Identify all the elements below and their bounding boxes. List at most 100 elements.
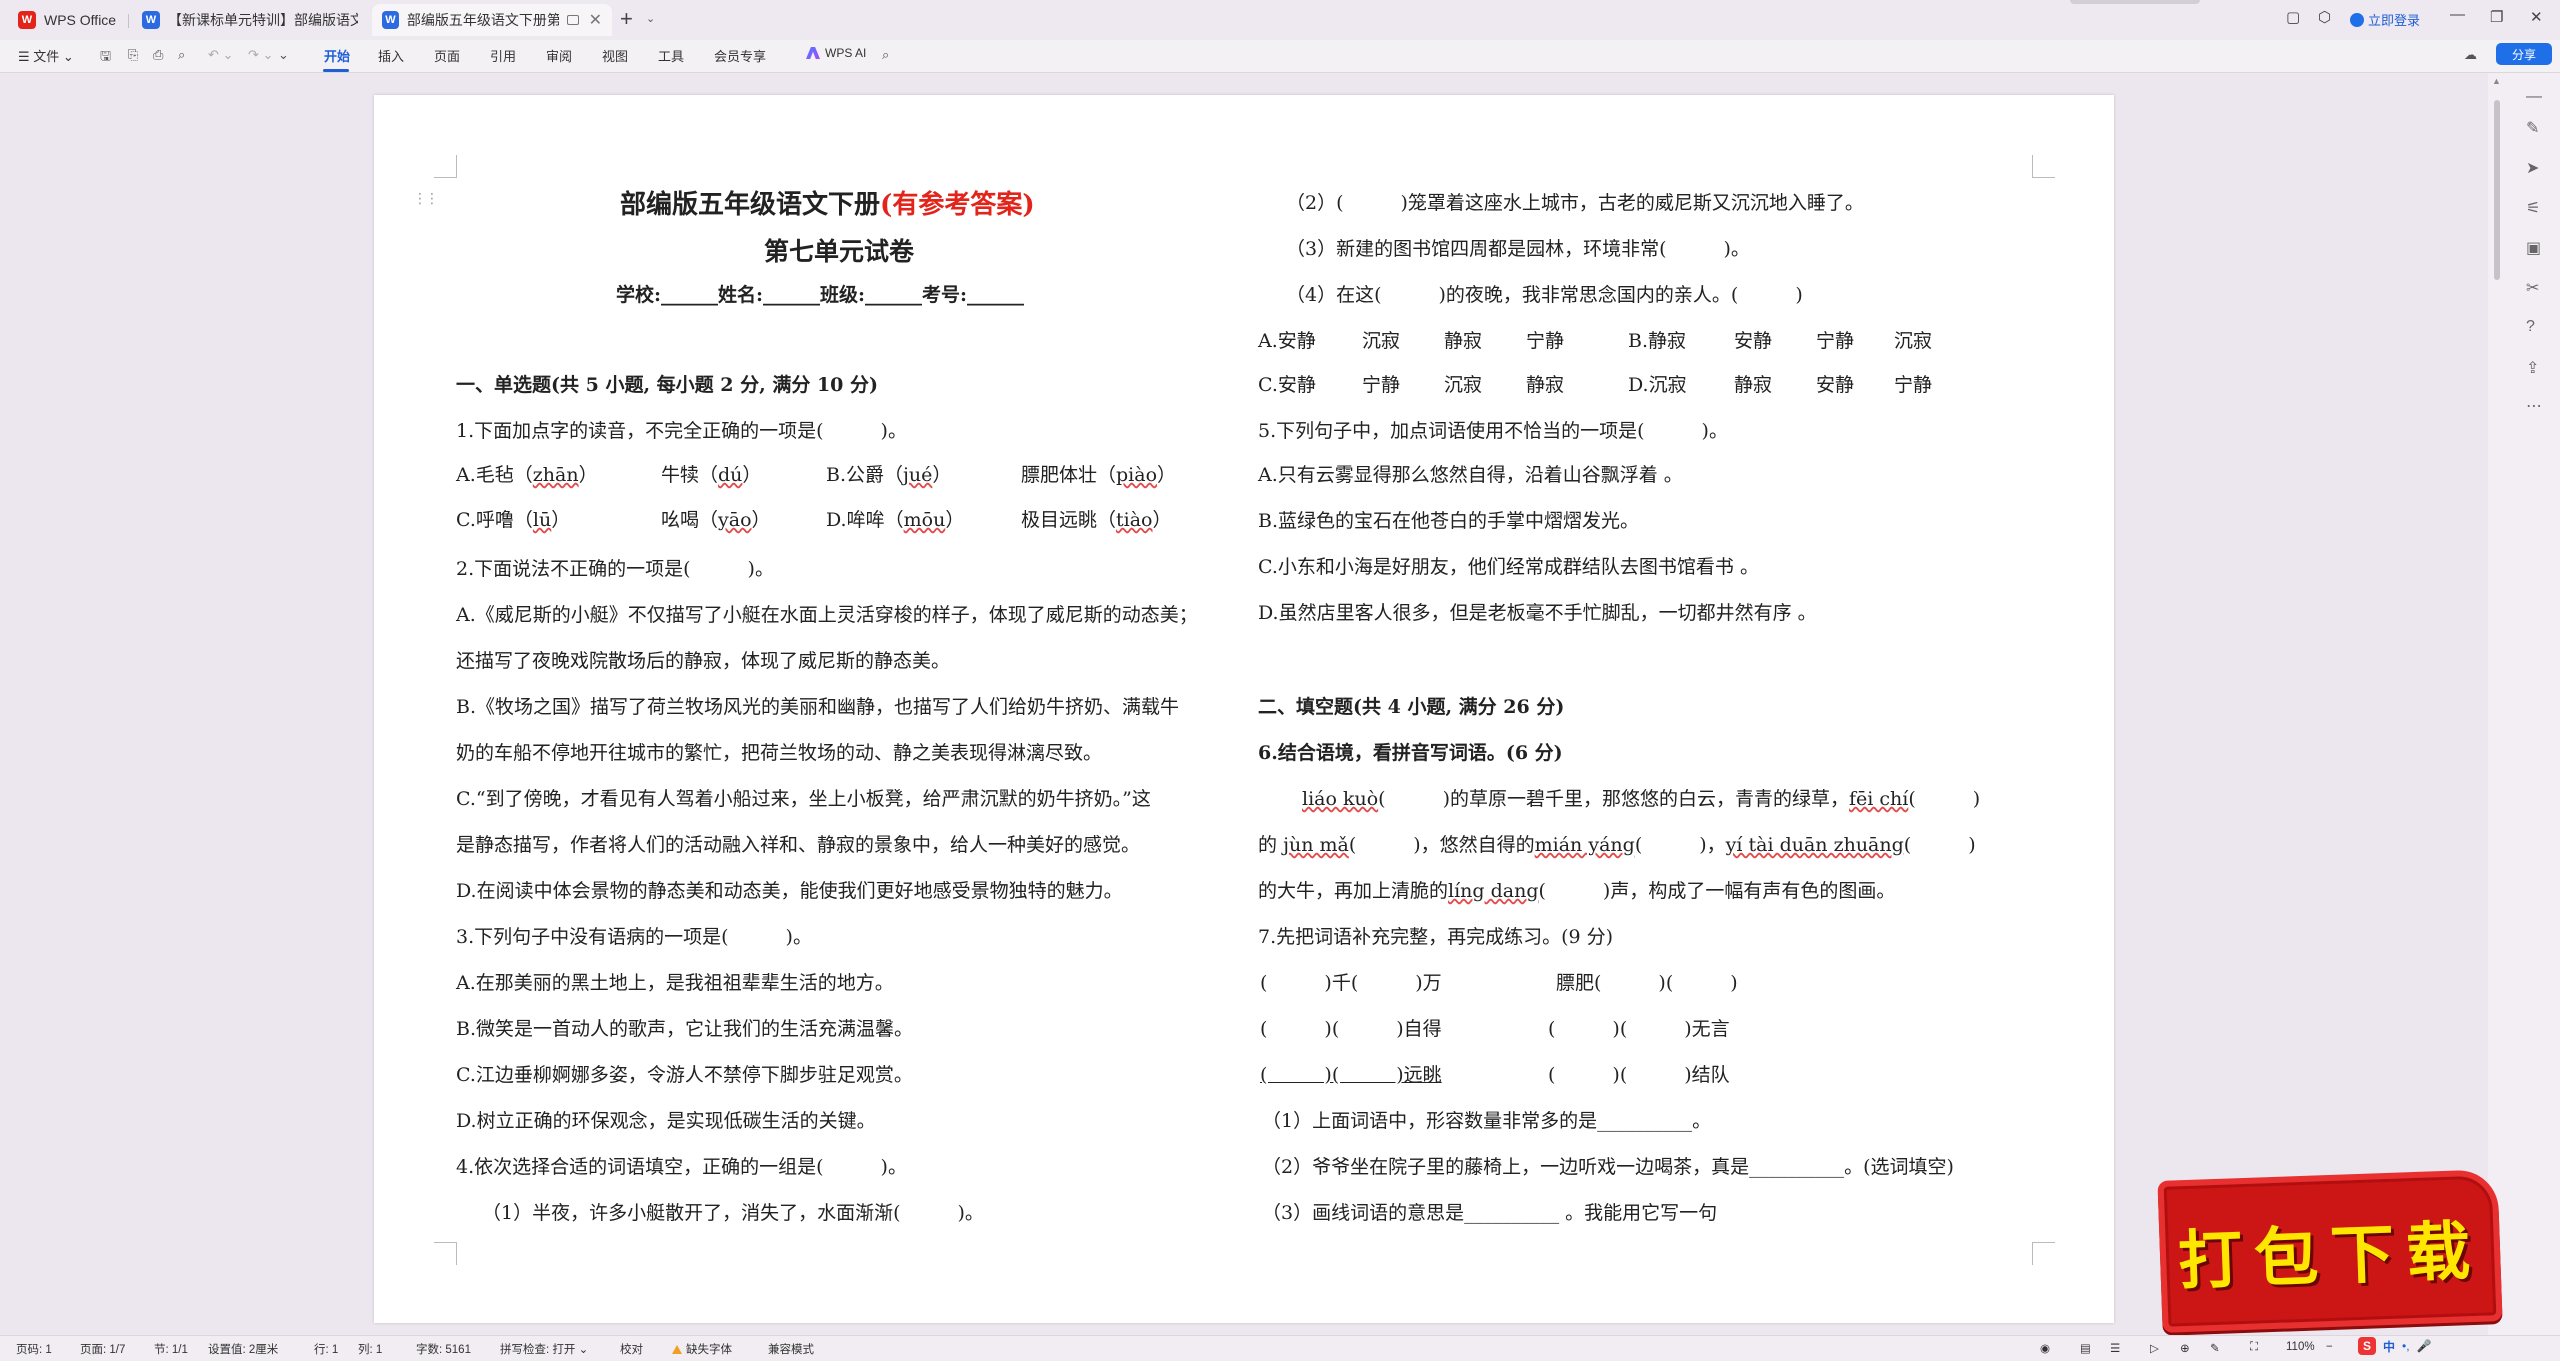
tab-doc-1[interactable]: W 【新课标单元特训】部编版语文五年: [132, 4, 372, 36]
vertical-scrollbar[interactable]: [2494, 100, 2500, 280]
web-view-icon[interactable]: ⊕: [2180, 1341, 2190, 1355]
zoom-out-icon[interactable]: −: [2326, 1341, 2333, 1353]
menu-tools[interactable]: 工具: [658, 46, 684, 65]
download-package-banner[interactable]: 打包下载: [2157, 1169, 2503, 1333]
menu-insert[interactable]: 插入: [378, 46, 404, 65]
scroll-up-arrow-icon[interactable]: ▲: [2492, 76, 2501, 86]
window-drag-strip[interactable]: [2070, 0, 2200, 4]
title-bar: W WPS Office W 【新课标单元特训】部编版语文五年 W 部编版五年级…: [0, 0, 2560, 40]
status-pages[interactable]: 页面: 1/7: [80, 1341, 125, 1357]
undo-icon[interactable]: ↶ ⌄: [208, 47, 233, 63]
doc-title-answer-note: (有参考答案): [880, 190, 1035, 220]
eye-protect-icon[interactable]: ◉: [2040, 1341, 2050, 1355]
edit-mode-icon[interactable]: ✎: [2210, 1341, 2220, 1355]
help-icon[interactable]: ?: [2526, 318, 2535, 336]
drag-handle-icon[interactable]: ⋮⋮: [413, 190, 439, 207]
q2-option-b-cont: 奶的车船不停地开往城市的繁忙，把荷兰牧场的动、静之美表现得淋漓尽致。: [456, 742, 1103, 764]
share-doc-icon[interactable]: ⇪: [2526, 358, 2539, 378]
wps-ai-button[interactable]: WPS AI: [806, 46, 866, 60]
q7-idiom-blank: 膘肥( )( ): [1556, 972, 1738, 994]
microphone-icon[interactable]: 🎤: [2417, 1339, 2432, 1353]
q3-option-d: D.树立正确的环保观念，是实现低碳生活的关键。: [456, 1110, 876, 1132]
share-button[interactable]: 分享: [2496, 43, 2552, 65]
pinyin-prompt: yí tài duān zhuāng: [1725, 834, 1904, 856]
search-icon[interactable]: ⌕: [882, 47, 889, 63]
print-preview-icon[interactable]: ⌕: [178, 47, 185, 63]
ime-mode-chinese[interactable]: 中: [2383, 1338, 2395, 1355]
close-icon[interactable]: ✕: [2530, 8, 2543, 26]
student-info-line: 学校:______姓名:______班级:______考号:______: [616, 284, 1025, 306]
q6-text: 的大牛，再加上清脆的: [1258, 880, 1449, 902]
tab-doc-2[interactable]: W 部编版五年级语文下册第七单 ✕: [372, 4, 612, 36]
wps-ai-icon: [806, 47, 820, 59]
q4-word: 宁静: [1362, 374, 1401, 396]
q6-text: ( ): [1908, 788, 1981, 810]
status-setting[interactable]: 设置值: 2厘米: [208, 1341, 278, 1357]
status-row[interactable]: 行: 1: [314, 1341, 338, 1357]
sogou-ime-icon[interactable]: S: [2358, 1337, 2376, 1355]
fit-page-icon[interactable]: ⛶: [2250, 1341, 2258, 1354]
page-view-icon[interactable]: ▤: [2080, 1341, 2091, 1355]
tab-float-icon[interactable]: [567, 15, 579, 25]
menu-view[interactable]: 视图: [602, 46, 628, 65]
status-section[interactable]: 节: 1/1: [154, 1341, 188, 1357]
chevron-down-icon[interactable]: ⌄: [646, 12, 655, 25]
q4-word: 静寂: [1734, 374, 1773, 396]
q5-option-a: A.只有云雾显得那么悠然自得，沿着山谷飘浮着 。: [1258, 464, 1683, 486]
cloud-sync-icon[interactable]: ☁: [2464, 47, 2477, 63]
file-menu[interactable]: ☰ 文件 ⌄: [18, 46, 74, 65]
edit-pen-icon[interactable]: ✎: [2526, 118, 2539, 138]
tools-icon[interactable]: ✂: [2526, 278, 2539, 298]
active-menu-indicator: [323, 69, 349, 72]
status-word-count[interactable]: 字数: 5161: [416, 1341, 471, 1357]
tab-label: 【新课标单元特训】部编版语文五年: [168, 12, 358, 28]
tab-wps-home[interactable]: W WPS Office: [8, 4, 128, 36]
zoom-level[interactable]: 110%: [2286, 1341, 2315, 1353]
new-tab-plus-icon[interactable]: +: [620, 6, 633, 32]
menu-home[interactable]: 开始: [324, 46, 350, 65]
window-layout-icon[interactable]: ▢: [2286, 8, 2300, 26]
tab-close-icon[interactable]: ✕: [589, 10, 602, 30]
export-pdf-icon[interactable]: ⎘: [128, 47, 138, 63]
q4-word: A.安静: [1258, 330, 1316, 352]
ime-toolbar[interactable]: S 中 •, 🎤: [2358, 1336, 2432, 1356]
minimize-icon[interactable]: —: [2450, 6, 2465, 23]
q4-word: 安静: [1816, 374, 1855, 396]
menu-member[interactable]: 会员专享: [714, 46, 766, 65]
status-col[interactable]: 列: 1: [358, 1341, 382, 1357]
pinyin-prompt: fēi chí: [1848, 788, 1909, 810]
save-icon[interactable]: 🖫: [100, 47, 111, 69]
login-button[interactable]: 立即登录: [2350, 10, 2420, 29]
redo-icon[interactable]: ↷ ⌄: [248, 47, 273, 63]
question-2: 2.下面说法不正确的一项是( )。: [456, 558, 774, 580]
chevron-down-icon[interactable]: ⌄: [278, 47, 289, 63]
q3-option-c: C.江边垂柳婀娜多姿，令游人不禁停下脚步驻足观赏。: [456, 1064, 913, 1086]
select-cursor-icon[interactable]: ➤: [2526, 158, 2539, 178]
q4-word: C.安静: [1258, 374, 1316, 396]
q6-text: ( ): [1903, 834, 1976, 856]
status-page-number[interactable]: 页码: 1: [16, 1341, 52, 1357]
print-icon[interactable]: ⎙: [153, 47, 163, 63]
ime-punctuation[interactable]: •,: [2402, 1339, 2410, 1353]
collapse-icon[interactable]: —: [2526, 88, 2542, 106]
play-icon[interactable]: ▷: [2150, 1341, 2159, 1355]
outline-view-icon[interactable]: ☰: [2110, 1341, 2120, 1355]
q4-blank-4: （4）在这( )的夜晚，我非常思念国内的亲人。( ): [1286, 284, 1803, 306]
more-icon[interactable]: ⋯: [2526, 396, 2542, 416]
image-icon[interactable]: ▣: [2526, 238, 2541, 258]
menu-review[interactable]: 审阅: [546, 46, 572, 65]
menu-references[interactable]: 引用: [490, 46, 516, 65]
adjust-icon[interactable]: ⚟: [2526, 198, 2540, 218]
q4-word: 宁静: [1526, 330, 1565, 352]
skin-icon[interactable]: ⬡: [2318, 8, 2331, 26]
status-missing-font[interactable]: 缺失字体: [672, 1341, 732, 1357]
menu-page[interactable]: 页面: [434, 46, 460, 65]
status-proofread[interactable]: 校对: [620, 1341, 643, 1357]
wps-logo-icon: W: [18, 11, 36, 29]
q2-option-b: B.《牧场之国》描写了荷兰牧场风光的美丽和幽静，也描写了人们给奶牛挤奶、满载牛: [456, 696, 1180, 718]
q4-word: 安静: [1734, 330, 1773, 352]
pinyin-prompt: líng dang: [1448, 880, 1539, 902]
status-spellcheck[interactable]: 拼写检查: 打开 ⌄: [500, 1341, 588, 1357]
restore-icon[interactable]: ❐: [2490, 8, 2503, 26]
q7-idiom-blank: ( )( )自得: [1260, 1018, 1442, 1040]
